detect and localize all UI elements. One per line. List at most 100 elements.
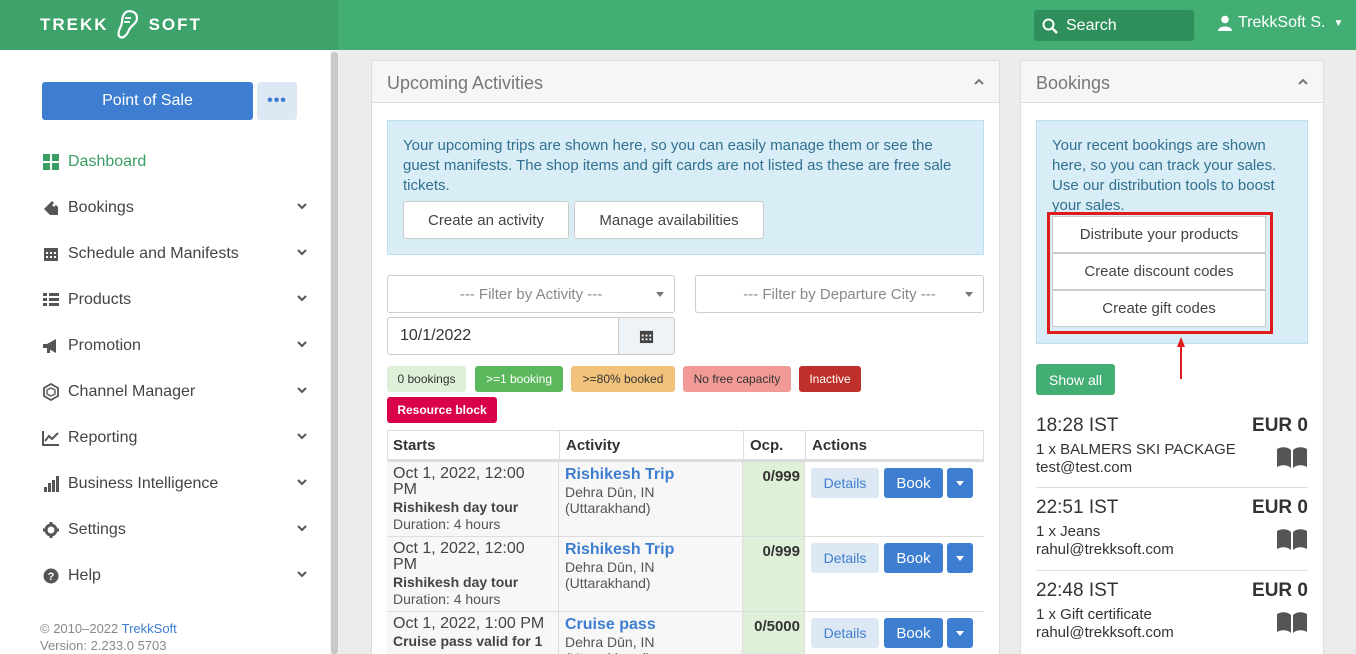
column-header-starts[interactable]: Starts <box>387 430 560 460</box>
bookings-info-text: Your recent bookings are shown here, so … <box>1052 137 1277 214</box>
search-input[interactable]: Search <box>1034 10 1194 41</box>
book-button[interactable]: Book <box>884 618 943 648</box>
details-button[interactable]: Details <box>811 543 879 573</box>
more-options-button[interactable]: ••• <box>257 82 297 120</box>
chevron-down-icon <box>297 571 307 578</box>
book-options-dropdown[interactable] <box>947 468 973 498</box>
date-input[interactable]: 10/1/2022 <box>387 317 619 355</box>
sidebar-item-channel-manager[interactable]: Channel Manager <box>42 380 312 404</box>
calendar-button[interactable] <box>618 317 675 355</box>
filter-activity-value: --- Filter by Activity --- <box>459 285 603 303</box>
activity-location: Dehra Dūn, IN (Uttarakhand) <box>565 484 655 516</box>
user-name: TrekkSoft S. <box>1238 14 1326 31</box>
actions-cell: Details Book <box>805 612 984 654</box>
book-options-dropdown[interactable] <box>947 618 973 648</box>
activity-cell: Rishikesh Trip Dehra Dūn, IN (Uttarakhan… <box>559 537 743 611</box>
sidebar-item-promotion[interactable]: Promotion <box>42 334 312 358</box>
list-icon <box>42 291 60 309</box>
activity-cell: Rishikesh Trip Dehra Dūn, IN (Uttarakhan… <box>559 462 743 536</box>
sidebar-item-reporting[interactable]: Reporting <box>42 426 312 450</box>
create-activity-button[interactable]: Create an activity <box>403 201 569 239</box>
chevron-down-icon <box>297 387 307 394</box>
booking-entry[interactable]: 22:48 IST EUR 0 1 x Gift certificate rah… <box>1036 580 1308 654</box>
show-all-button[interactable]: Show all <box>1036 364 1115 395</box>
activity-cell: Cruise pass Dehra Dūn, IN (Uttarakhand) <box>559 612 743 654</box>
table-row: Oct 1, 2022, 12:00 PM Rishikesh day tour… <box>387 461 984 536</box>
sidebar-item-label: Reporting <box>68 429 138 446</box>
sidebar-item-label: Channel Manager <box>68 383 196 400</box>
divider <box>1036 487 1308 488</box>
book-options-dropdown[interactable] <box>947 543 973 573</box>
booking-email: rahul@trekksoft.com <box>1036 624 1174 641</box>
caret-down-icon <box>965 292 973 297</box>
line-chart-icon <box>42 429 60 447</box>
sidebar-item-schedule[interactable]: Schedule and Manifests <box>42 242 312 266</box>
user-menu[interactable]: TrekkSoft S. ▼ <box>1218 14 1343 32</box>
chevron-up-icon[interactable] <box>1297 77 1309 87</box>
book-button[interactable]: Book <box>884 468 943 498</box>
tour-name: Rishikesh day tour <box>393 499 519 515</box>
sidebar-item-label: Products <box>68 291 132 308</box>
brand-text-left: TREKK <box>40 15 109 34</box>
booking-amount: EUR 0 <box>1252 415 1308 436</box>
column-header-ocp[interactable]: Ocp. <box>744 430 806 460</box>
version-text: Version: 2.233.0 5703 <box>40 638 167 653</box>
caret-down-icon: ▼ <box>1333 17 1344 29</box>
chevron-up-icon[interactable] <box>973 77 985 87</box>
filter-city-value: --- Filter by Departure City --- <box>743 285 936 303</box>
book-button[interactable]: Book <box>884 543 943 573</box>
sidebar-item-dashboard[interactable]: Dashboard <box>42 150 312 174</box>
tour-name: Rishikesh day tour <box>393 574 519 590</box>
sidebar-scrollbar[interactable] <box>330 50 339 654</box>
trekksoft-link[interactable]: TrekkSoft <box>122 621 177 636</box>
activity-location: Dehra Dūn, IN (Uttarakhand) <box>565 559 655 591</box>
open-book-icon <box>1277 529 1307 550</box>
chevron-down-icon <box>297 295 307 302</box>
sidebar-item-help[interactable]: ? Help <box>42 564 312 588</box>
chevron-down-icon <box>297 525 307 532</box>
details-button[interactable]: Details <box>811 618 879 648</box>
booking-entry[interactable]: 22:51 IST EUR 0 1 x Jeans rahul@trekksof… <box>1036 497 1308 571</box>
manage-availabilities-button[interactable]: Manage availabilities <box>574 201 764 239</box>
user-icon <box>1218 15 1232 31</box>
column-header-actions: Actions <box>812 436 868 454</box>
starts-cell: Oct 1, 2022, 12:00 PM Rishikesh day tour… <box>387 462 559 536</box>
sidebar-item-label: Bookings <box>68 199 134 216</box>
scrollbar-thumb[interactable] <box>331 52 338 654</box>
sidebar-item-label: Schedule and Manifests <box>68 245 239 262</box>
filter-activity-select[interactable]: --- Filter by Activity --- <box>387 275 675 313</box>
actions-cell: Details Book <box>805 537 984 611</box>
sidebar-item-products[interactable]: Products <box>42 288 312 312</box>
sidebar-item-bookings[interactable]: Bookings <box>42 196 312 220</box>
legend-no-free-capacity: No free capacity <box>683 366 791 392</box>
point-of-sale-button[interactable]: Point of Sale <box>42 82 253 120</box>
brand-logo[interactable]: TREKK SOFT <box>40 10 202 40</box>
highlight-box <box>1047 212 1273 334</box>
details-button[interactable]: Details <box>811 468 879 498</box>
duration: Duration: 4 hours <box>393 591 501 607</box>
legend-zero-bookings: 0 bookings <box>387 366 466 392</box>
starts-cell: Oct 1, 2022, 1:00 PM Cruise pass valid f… <box>387 612 559 654</box>
activity-link[interactable]: Cruise pass <box>565 616 736 634</box>
tour-name: Cruise pass valid for 1 <box>393 633 543 649</box>
column-header-activity[interactable]: Activity <box>560 430 744 460</box>
caret-down-icon <box>956 555 964 561</box>
start-date: Oct 1, 2022, 12:00 PM <box>393 465 525 498</box>
activity-link[interactable]: Rishikesh Trip <box>565 541 736 559</box>
help-icon: ? <box>42 567 60 585</box>
calendar-icon <box>42 245 60 263</box>
chevron-down-icon <box>297 479 307 486</box>
filter-city-select[interactable]: --- Filter by Departure City --- <box>695 275 984 313</box>
occupancy-cell: 0/999 <box>743 462 805 536</box>
sidebar-item-business-intelligence[interactable]: Business Intelligence <box>42 472 312 496</box>
brand-text-right: SOFT <box>148 15 202 34</box>
sidebar-item-settings[interactable]: Settings <box>42 518 312 542</box>
legend-resource-block: Resource block <box>387 397 497 423</box>
sidebar-item-label: Dashboard <box>68 153 147 170</box>
arrow-up-annotation <box>1177 337 1185 379</box>
sidebar-item-label: Help <box>68 567 101 584</box>
network-icon <box>42 383 60 401</box>
sidebar-item-label: Business Intelligence <box>68 475 219 492</box>
activity-link[interactable]: Rishikesh Trip <box>565 466 736 484</box>
booking-entry[interactable]: 18:28 IST EUR 0 1 x BALMERS SKI PACKAGE … <box>1036 415 1308 488</box>
